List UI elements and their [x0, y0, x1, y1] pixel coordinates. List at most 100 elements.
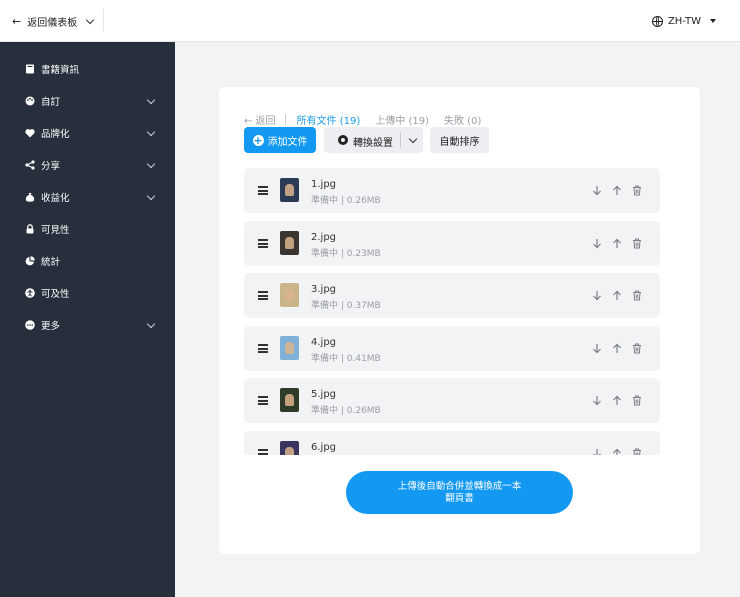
list-item: 6.jpg [244, 431, 660, 455]
move-up-icon[interactable] [611, 446, 623, 455]
conversion-settings-button[interactable]: 轉換設置 [324, 127, 423, 153]
file-list[interactable]: 1.jpg 準備中 | 0.26MB 2.jpg 準備中 | 0.23MB 3.… [244, 168, 660, 455]
sidebar-item-visibility[interactable]: 可見性 [0, 219, 175, 239]
upload-and-merge-button[interactable]: 上傳後自動合併並轉換成一本 翻頁書 [346, 471, 573, 514]
divider [284, 113, 286, 125]
file-thumbnail [280, 388, 299, 412]
move-down-icon[interactable] [591, 236, 603, 250]
back-to-dashboard-button[interactable]: ← 返回儀表板 [12, 12, 95, 30]
move-up-icon[interactable] [611, 393, 623, 407]
sidebar-item-label: 更多 [41, 321, 61, 332]
list-item: 2.jpg 準備中 | 0.23MB [244, 221, 660, 266]
trash-icon[interactable] [631, 446, 643, 455]
sidebar: 書籍資訊 自訂 品牌化 分享 收益化 可見性 統計 可及性 更多 [0, 42, 175, 597]
upload-button-label-line2: 翻頁書 [445, 493, 474, 504]
sidebar-item-accessibility[interactable]: 可及性 [0, 283, 175, 303]
drag-handle-icon[interactable] [258, 291, 268, 300]
sidebar-item-monetize[interactable]: 收益化 [0, 187, 175, 207]
file-status: 準備中 | 0.26MB [311, 406, 381, 416]
tab-all-files[interactable]: 所有文件 (19) [297, 112, 361, 127]
file-thumbnail [280, 231, 299, 255]
more-icon [25, 320, 35, 330]
move-up-icon[interactable] [611, 288, 623, 302]
accessibility-icon [25, 288, 35, 298]
list-item: 4.jpg 準備中 | 0.41MB [244, 326, 660, 371]
sidebar-item-statistics[interactable]: 統計 [0, 251, 175, 271]
move-down-icon[interactable] [591, 341, 603, 355]
auto-sort-button[interactable]: 自動排序 [430, 127, 489, 153]
move-down-icon[interactable] [591, 183, 603, 197]
drag-handle-icon[interactable] [258, 239, 268, 248]
file-name: 1.jpg [311, 179, 337, 190]
file-status: 準備中 | 0.26MB [311, 196, 381, 206]
move-down-icon[interactable] [591, 393, 603, 407]
gear-icon [338, 135, 348, 145]
top-bar: ← 返回儀表板 ZH-TW [0, 0, 740, 42]
sidebar-item-share[interactable]: 分享 [0, 155, 175, 175]
palette-icon [25, 96, 35, 106]
drag-handle-icon[interactable] [258, 396, 268, 405]
drag-handle-icon[interactable] [258, 449, 268, 455]
list-item: 3.jpg 準備中 | 0.37MB [244, 273, 660, 318]
trash-icon[interactable] [631, 341, 643, 355]
plus-circle-icon: + [252, 133, 264, 147]
sidebar-item-book-info[interactable]: 書籍資訊 [0, 59, 175, 79]
trash-icon[interactable] [631, 236, 643, 250]
sidebar-item-label: 收益化 [41, 193, 70, 204]
tab-uploading[interactable]: 上傳中 (19) [375, 112, 429, 127]
sidebar-item-label: 分享 [41, 161, 61, 172]
drag-handle-icon[interactable] [258, 186, 268, 195]
conversion-settings-label: 轉換設置 [353, 138, 393, 149]
sidebar-item-label: 書籍資訊 [41, 65, 80, 76]
divider [103, 9, 104, 31]
list-item: 5.jpg 準備中 | 0.26MB [244, 378, 660, 423]
file-status: 準備中 | 0.41MB [311, 354, 381, 364]
file-thumbnail [280, 283, 299, 307]
chevron-down-icon [146, 159, 156, 169]
back-link[interactable]: ← 返回 [244, 112, 276, 127]
move-up-icon[interactable] [611, 341, 623, 355]
sidebar-item-label: 可見性 [41, 225, 70, 236]
chevron-down-icon [146, 127, 156, 137]
chevron-down-icon [146, 319, 156, 329]
move-down-icon[interactable] [591, 446, 603, 455]
move-up-icon[interactable] [611, 183, 623, 197]
trash-icon[interactable] [631, 393, 643, 407]
file-filter-tabs: ← 返回 所有文件 (19) 上傳中 (19) 失敗 (0) [244, 112, 481, 127]
divider [400, 132, 401, 148]
tag-icon [25, 128, 35, 138]
upload-button-label-line1: 上傳後自動合併並轉換成一本 [397, 481, 522, 492]
file-name: 2.jpg [311, 232, 337, 243]
add-files-button[interactable]: + 添加文件 [244, 127, 316, 153]
chevron-down-icon [146, 95, 156, 105]
move-up-icon[interactable] [611, 236, 623, 250]
book-icon [25, 64, 35, 74]
file-thumbnail [280, 441, 299, 455]
sidebar-item-label: 品牌化 [41, 129, 70, 140]
drag-handle-icon[interactable] [258, 344, 268, 353]
sidebar-item-more[interactable]: 更多 [0, 315, 175, 335]
sidebar-item-label: 自訂 [41, 97, 61, 108]
auto-sort-label: 自動排序 [439, 136, 480, 148]
trash-icon[interactable] [631, 288, 643, 302]
pie-chart-icon [25, 256, 35, 266]
globe-icon [651, 15, 663, 27]
sidebar-item-label: 可及性 [41, 289, 70, 300]
chevron-down-icon [85, 15, 95, 24]
language-selector[interactable]: ZH-TW [651, 12, 716, 30]
language-label: ZH-TW [667, 15, 701, 27]
file-status: 準備中 | 0.23MB [311, 249, 381, 259]
file-name: 6.jpg [311, 442, 337, 453]
trash-icon[interactable] [631, 183, 643, 197]
arrow-left-icon: ← [12, 14, 22, 28]
chevron-down-icon [146, 191, 156, 201]
sidebar-item-branding[interactable]: 品牌化 [0, 123, 175, 143]
tab-failed[interactable]: 失敗 (0) [444, 112, 481, 127]
move-down-icon[interactable] [591, 288, 603, 302]
file-status: 準備中 | 0.37MB [311, 301, 381, 311]
sidebar-item-label: 統計 [41, 257, 61, 268]
chevron-down-icon[interactable] [408, 134, 418, 144]
sidebar-item-customize[interactable]: 自訂 [0, 91, 175, 111]
file-name: 4.jpg [311, 337, 337, 348]
share-icon [25, 160, 35, 170]
